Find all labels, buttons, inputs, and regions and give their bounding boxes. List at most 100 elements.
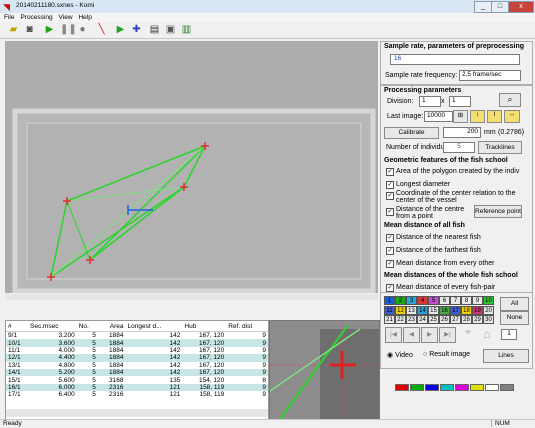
individual-number-cell[interactable]: 23 [406, 315, 417, 324]
close-button[interactable]: x [508, 1, 534, 13]
save-icon[interactable]: ▣ [164, 24, 177, 36]
checkbox[interactable]: ✓ [386, 284, 394, 292]
menu-help[interactable]: Help [78, 13, 91, 22]
checkbox[interactable]: ✓ [386, 192, 394, 200]
calibration-input[interactable]: 200 [443, 127, 481, 138]
individual-number-cell[interactable]: 7 [450, 296, 461, 305]
color-palette[interactable] [395, 384, 515, 391]
menu-file[interactable]: File [4, 13, 14, 22]
next-frame-icon[interactable]: ▶ [421, 327, 438, 343]
calibrate-button[interactable]: Calibrate [384, 127, 439, 139]
table-row[interactable]: 16/1 6.000 5 2316 121 158, 119 9 [6, 383, 268, 392]
palette-swatch[interactable] [485, 384, 499, 391]
grid-icon[interactable]: ⊞ [453, 110, 468, 123]
palette-swatch[interactable] [410, 384, 424, 391]
checkbox[interactable]: ✓ [386, 234, 394, 242]
division-b-input[interactable]: 1 [449, 96, 471, 107]
individual-number-cell[interactable]: 3 [406, 296, 417, 305]
palette-swatch[interactable] [470, 384, 484, 391]
play-step-icon[interactable]: ▶ [114, 24, 127, 36]
last-image-input[interactable]: 10000 [424, 111, 453, 122]
palette-swatch[interactable] [425, 384, 439, 391]
individual-number-cell[interactable]: 4 [417, 296, 428, 305]
last-frame-icon[interactable]: ▶| [439, 327, 456, 343]
individual-number-cell[interactable]: 22 [395, 315, 406, 324]
checkbox[interactable]: ✓ [386, 208, 394, 216]
open-folder-icon[interactable]: ▰ [7, 24, 20, 36]
track-icon[interactable]: ✚ [130, 24, 143, 36]
select-none-button[interactable]: None [500, 311, 529, 325]
column-header[interactable]: Area [97, 321, 126, 332]
table-row[interactable]: 9/1 3.200 5 1884 142 167, 120 9 [6, 332, 268, 340]
first-frame-icon[interactable]: |◀ [385, 327, 402, 343]
menu-view[interactable]: View [59, 13, 73, 22]
video-radio[interactable]: ◉ Video [387, 351, 413, 359]
table-row[interactable]: 11/1 4.000 5 1884 142 167, 120 9 [6, 347, 268, 354]
marker-icon[interactable]: ╲ [95, 24, 108, 36]
individual-number-cell[interactable]: 12 [395, 305, 406, 315]
magnifier-icon[interactable]: ⌕ [499, 93, 521, 107]
column-header[interactable]: Hub [182, 321, 227, 332]
zoom-view[interactable] [269, 320, 380, 420]
play-icon[interactable]: ▶ [43, 24, 56, 36]
palette-swatch[interactable] [440, 384, 454, 391]
palette-swatch[interactable] [395, 384, 409, 391]
palette-swatch[interactable] [455, 384, 469, 391]
pointer-tool-icon[interactable]: ⌖ [461, 327, 475, 341]
individual-number-cell[interactable]: 29 [472, 315, 483, 324]
settings-icon[interactable]: ▥ [180, 24, 193, 36]
table-scrollbar[interactable] [6, 409, 268, 417]
checkbox[interactable]: ✓ [386, 168, 394, 176]
individual-number-cell[interactable]: 13 [406, 305, 417, 315]
individual-number-cell[interactable]: 16 [439, 305, 450, 315]
checkbox[interactable]: ✓ [386, 260, 394, 268]
individual-number-cell[interactable]: 19 [472, 305, 483, 315]
individual-number-cell[interactable]: 25 [428, 315, 439, 324]
pause-icon[interactable]: ❚❚ [60, 24, 77, 36]
individual-number-cell[interactable]: 24 [417, 315, 428, 324]
tracklines-button[interactable]: Tracklines [478, 141, 522, 154]
maximize-button[interactable]: □ [491, 1, 509, 13]
table-row[interactable]: 17/1 6.400 5 2316 121 158, 119 9 [6, 391, 268, 398]
home-icon[interactable]: ⌂ [478, 327, 496, 341]
table-row[interactable]: 14/1 5.200 5 1884 142 167, 120 9 [6, 368, 268, 377]
individual-number-cell[interactable]: 17 [450, 305, 461, 315]
individual-number-cell[interactable]: 21 [384, 315, 395, 324]
division-a-input[interactable]: 1 [419, 96, 441, 107]
freq-select[interactable]: 2,5 frame/sec [459, 70, 521, 81]
individuals-input[interactable]: 5 [443, 142, 475, 153]
individual-number-cell[interactable]: 30 [483, 315, 494, 324]
text-cursor-icon[interactable]: I [487, 110, 502, 123]
menu-processing[interactable]: Processing [20, 13, 52, 22]
stop-icon[interactable]: ● [76, 24, 89, 36]
prev-frame-icon[interactable]: ◀ [403, 327, 420, 343]
vertical-icon[interactable]: ↕ [470, 110, 485, 123]
reference-point-button[interactable]: Reference point [474, 205, 522, 218]
individual-number-cell[interactable]: 14 [417, 305, 428, 315]
individual-number-cell[interactable]: 8 [461, 296, 472, 305]
palette-swatch[interactable] [500, 384, 514, 391]
lines-button[interactable]: Lines [483, 349, 529, 363]
select-all-button[interactable]: All [500, 297, 529, 311]
column-header[interactable]: # [6, 321, 28, 332]
minimize-button[interactable]: _ [474, 1, 492, 13]
video-scrollbar[interactable] [5, 294, 378, 300]
sample-rate-slider[interactable]: 16 [390, 54, 520, 65]
export-icon[interactable]: ▤ [148, 24, 161, 36]
column-header[interactable]: Longest d... [125, 321, 183, 332]
individual-number-cell[interactable]: 10 [483, 296, 494, 305]
step-input[interactable]: 1 [501, 329, 517, 340]
table-row[interactable]: 12/1 4.400 5 1884 142 167, 120 9 [6, 354, 268, 362]
table-row[interactable]: 10/1 3.600 5 1884 142 167, 120 9 [6, 339, 268, 347]
result-image-radio[interactable]: ○ Result image [423, 351, 470, 358]
checkbox[interactable]: ✓ [386, 247, 394, 255]
individual-number-cell[interactable]: 9 [472, 296, 483, 305]
individual-number-cell[interactable]: 27 [450, 315, 461, 324]
individual-number-cell[interactable]: 11 [384, 305, 395, 315]
individual-number-cell[interactable]: 20 [483, 305, 494, 315]
individual-number-cell[interactable]: 2 [395, 296, 406, 305]
individual-number-cell[interactable]: 6 [439, 296, 450, 305]
column-header[interactable]: Sec.msec [28, 321, 77, 332]
camera-icon[interactable]: ◙ [23, 24, 36, 36]
checkbox[interactable]: ✓ [386, 181, 394, 189]
